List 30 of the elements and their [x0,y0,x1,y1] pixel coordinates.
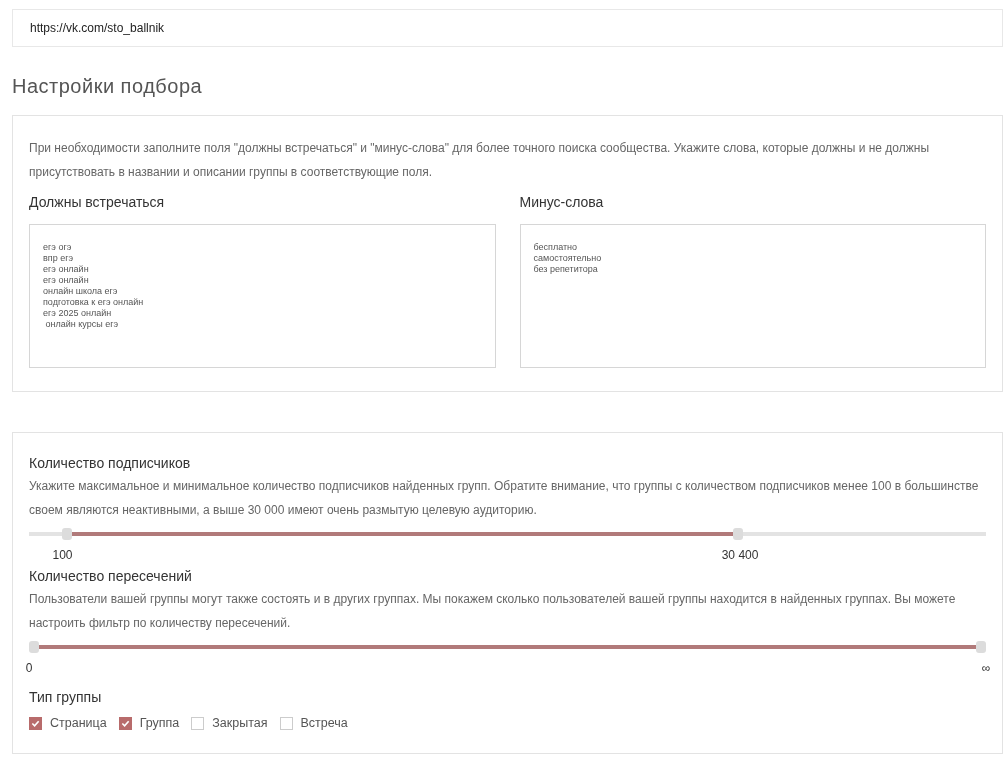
keywords-textarea[interactable]: бесплатно самостоятельно без репетитора [519,224,986,368]
slider-handle[interactable] [732,528,743,540]
check-icon [120,718,130,728]
slider-handle[interactable] [29,641,39,653]
group-type-label: Тип группы [29,688,103,707]
slider-value: 30 400 [721,547,759,564]
slider-handle[interactable] [62,528,73,540]
slider-label: Количество пересечений [29,567,193,586]
keywords-description: При необходимости заполните поля "должны встречаться" и "минус-слова" для более точного поиска сообщества. Укажите слова, которые должны и не должны присутствовать в названии и описании группы в соответствующие поля. [29,140,931,181]
field-label: Должны встречаться [29,193,166,212]
checkbox-label: Группа [139,715,180,732]
slider-description: Укажите максимальное и минимальное количество подписчиков найденных групп. Обратите внимание, что группы с количеством подписчиков менее 100 в большинстве своем являются неактивными, а выше 30 000 имеют очень размытую целевую аудиторию. [29,478,980,519]
slider-description: Пользователи вашей группы могут также состоять и в других группах. Мы покажем сколько пользователей вашей группы находится в найденных группах. Вы можете настроить фильтр по количеству пересечений. [29,591,957,632]
checkbox[interactable] [279,716,293,730]
check-icon [31,718,40,728]
checked-checkbox[interactable] [29,716,42,730]
field-label: Минус-слова [519,193,605,212]
checkbox-label: Закрытая [212,715,268,732]
url-field[interactable]: https://vk.com/sto_ballnik [12,9,1003,47]
slider-value: ∞ [981,660,991,677]
slider-value: 100 [52,547,73,564]
keywords-textarea[interactable]: егэ огэ впр егэ егэ онлайн егэ онлайн онлайн школа егэ подготовка к егэ онлайн егэ 2025 онлайн онлайн курсы егэ [29,224,496,368]
checkbox-label: Встреча [300,715,348,732]
section-title: Настройки подбора [12,74,204,99]
checked-checkbox[interactable] [118,716,132,730]
checkbox-label: Страница [50,715,107,732]
slider-handle[interactable] [976,641,986,653]
checkbox[interactable] [191,716,205,730]
slider-value: 0 [25,660,33,677]
slider-label: Количество подписчиков [29,454,192,473]
